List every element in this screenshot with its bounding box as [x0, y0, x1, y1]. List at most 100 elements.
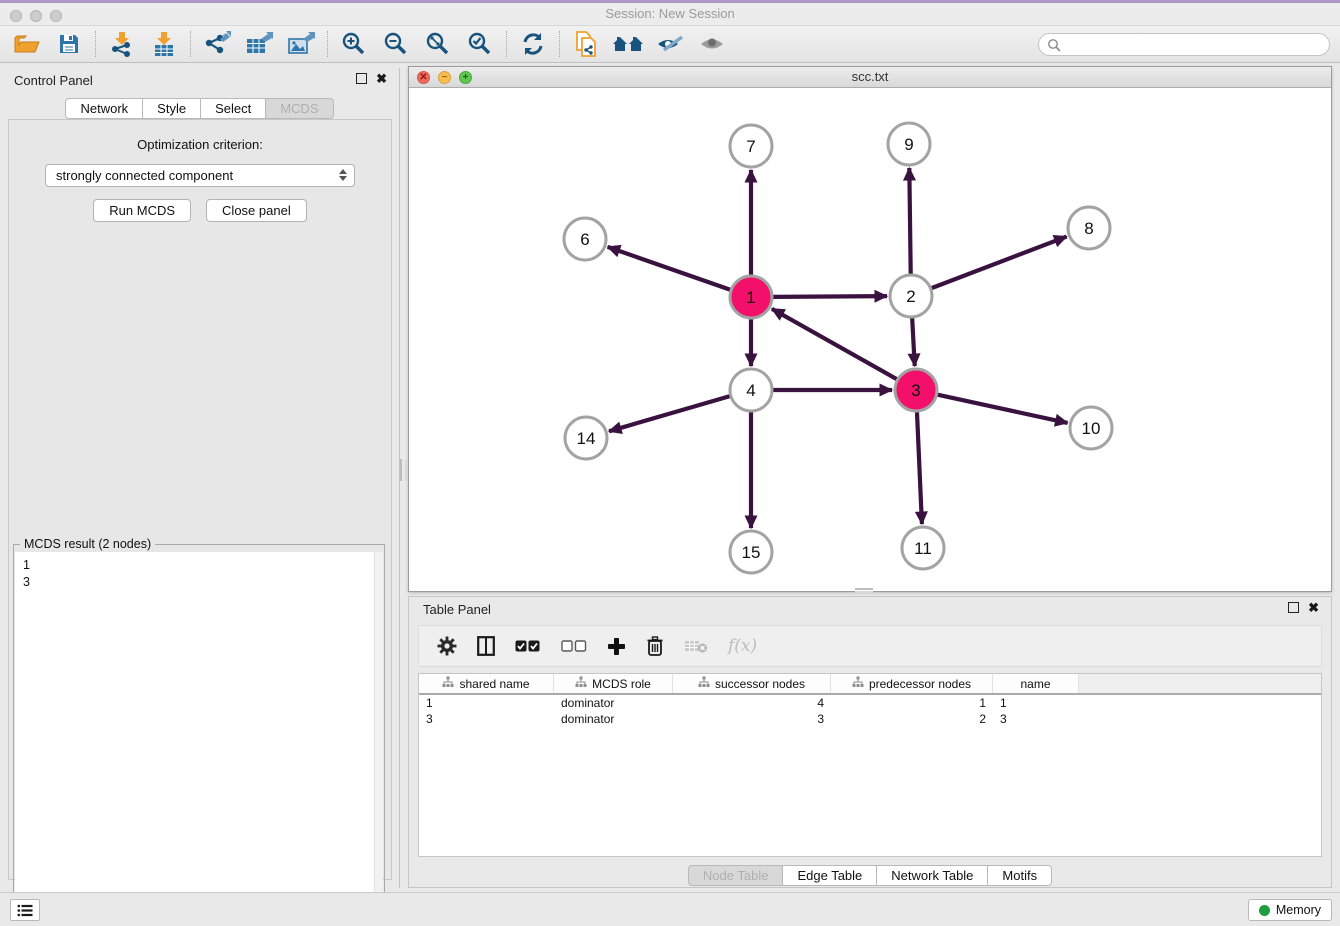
- minimize-window-button[interactable]: [30, 10, 42, 22]
- cell-successor-nodes[interactable]: 4: [673, 696, 831, 710]
- close-panel-icon[interactable]: ✖: [376, 73, 387, 84]
- network-window-titlebar[interactable]: ✕ − + scc.txt: [409, 67, 1331, 88]
- zoom-in-icon[interactable]: [333, 29, 375, 59]
- edge-3-10[interactable]: [937, 395, 1067, 423]
- cell-name[interactable]: 1: [993, 696, 1079, 710]
- tab-network[interactable]: Network: [65, 98, 143, 119]
- tab-node-table[interactable]: Node Table: [688, 865, 784, 886]
- mcds-result-textarea[interactable]: 1 3: [15, 552, 383, 920]
- zoom-selected-icon[interactable]: [459, 29, 501, 59]
- add-icon[interactable]: [607, 634, 626, 658]
- cell-predecessor-nodes[interactable]: 2: [831, 712, 993, 726]
- export-network-icon[interactable]: [196, 29, 238, 59]
- cell-MCDS-role[interactable]: dominator: [554, 712, 673, 726]
- function-builder-icon: f(x): [728, 634, 757, 658]
- cell-name[interactable]: 3: [993, 712, 1079, 726]
- column-header-name[interactable]: name: [993, 674, 1079, 693]
- deselect-all-icon[interactable]: [561, 634, 587, 658]
- edge-1-2[interactable]: [773, 296, 887, 297]
- float-panel-icon[interactable]: [1288, 602, 1299, 613]
- memory-button[interactable]: Memory: [1248, 899, 1332, 921]
- table-toolbar: f(x): [418, 625, 1322, 667]
- column-header-successor-nodes[interactable]: successor nodes: [673, 674, 831, 693]
- column-header-predecessor-nodes[interactable]: predecessor nodes: [831, 674, 993, 693]
- maximize-window-button[interactable]: [50, 10, 62, 22]
- zoom-fit-icon[interactable]: [417, 29, 459, 59]
- network-graph[interactable]: 7968124314101511: [409, 88, 1333, 591]
- tab-style[interactable]: Style: [143, 98, 201, 119]
- import-network-icon[interactable]: [101, 29, 143, 59]
- export-image-icon[interactable]: [280, 29, 322, 59]
- edge-4-14[interactable]: [609, 396, 730, 431]
- task-history-button[interactable]: [10, 899, 40, 921]
- save-session-icon[interactable]: [48, 29, 90, 59]
- edge-3-1[interactable]: [772, 309, 897, 379]
- column-header-shared-name[interactable]: shared name: [419, 674, 554, 693]
- tab-network-table[interactable]: Network Table: [877, 865, 988, 886]
- edge-3-11[interactable]: [917, 412, 922, 524]
- edge-1-6[interactable]: [608, 247, 731, 290]
- node-table[interactable]: shared nameMCDS rolesuccessor nodesprede…: [418, 673, 1322, 857]
- vertical-splitter-handle[interactable]: [400, 459, 407, 481]
- minimize-view-icon[interactable]: −: [438, 71, 451, 84]
- node-label-2: 2: [906, 287, 915, 306]
- tab-edge-table[interactable]: Edge Table: [783, 865, 877, 886]
- edge-2-8[interactable]: [932, 237, 1067, 289]
- horizontal-splitter-handle[interactable]: [855, 588, 873, 593]
- maximize-view-icon[interactable]: +: [459, 71, 472, 84]
- import-table-icon[interactable]: [143, 29, 185, 59]
- node-label-8: 8: [1084, 219, 1093, 238]
- cell-MCDS-role[interactable]: dominator: [554, 696, 673, 710]
- mcds-result-title: MCDS result (2 nodes): [20, 537, 155, 551]
- search-box[interactable]: [1038, 33, 1330, 56]
- float-panel-icon[interactable]: [356, 73, 367, 84]
- run-mcds-button[interactable]: Run MCDS: [93, 199, 191, 222]
- open-file-icon[interactable]: [6, 29, 48, 59]
- close-panel-icon[interactable]: ✖: [1308, 602, 1319, 613]
- hide-panel-icon[interactable]: [649, 29, 691, 59]
- tab-mcds[interactable]: MCDS: [266, 98, 333, 119]
- cell-predecessor-nodes[interactable]: 1: [831, 696, 993, 710]
- network-window-controls[interactable]: ✕ − +: [417, 71, 472, 84]
- cell-shared-name[interactable]: 3: [419, 712, 554, 726]
- mcds-result-values: 1 3: [15, 552, 383, 596]
- show-panel-icon[interactable]: [691, 29, 733, 59]
- column-header-MCDS-role[interactable]: MCDS role: [554, 674, 673, 693]
- close-panel-button[interactable]: Close panel: [206, 199, 307, 222]
- app-titlebar: Session: New Session: [0, 3, 1340, 26]
- select-all-icon[interactable]: [515, 634, 541, 658]
- node-label-1: 1: [746, 288, 755, 307]
- toolbar-separator: [506, 31, 507, 57]
- memory-label: Memory: [1276, 903, 1321, 917]
- table-row[interactable]: 1dominator411: [419, 695, 1321, 711]
- mcds-panel: Optimization criterion: strongly connect…: [8, 119, 392, 880]
- header-filler: [1079, 674, 1321, 693]
- edge-2-3[interactable]: [912, 318, 915, 366]
- toolbar-separator: [559, 31, 560, 57]
- cell-successor-nodes[interactable]: 3: [673, 712, 831, 726]
- scrollbar-track[interactable]: [374, 552, 383, 920]
- criterion-dropdown[interactable]: strongly connected component: [45, 164, 355, 187]
- window-controls[interactable]: [10, 10, 62, 22]
- home-icon[interactable]: [607, 29, 649, 59]
- clone-network-icon[interactable]: [565, 29, 607, 59]
- close-view-icon[interactable]: ✕: [417, 71, 430, 84]
- refresh-icon[interactable]: [512, 29, 554, 59]
- gear-icon[interactable]: [437, 634, 457, 658]
- column-icon[interactable]: [477, 634, 495, 658]
- edge-2-9[interactable]: [909, 168, 910, 274]
- cell-shared-name[interactable]: 1: [419, 696, 554, 710]
- close-window-button[interactable]: [10, 10, 22, 22]
- tab-select[interactable]: Select: [201, 98, 266, 119]
- node-label-7: 7: [746, 137, 755, 156]
- table-row[interactable]: 3dominator323: [419, 711, 1321, 727]
- node-label-3: 3: [911, 381, 920, 400]
- zoom-out-icon[interactable]: [375, 29, 417, 59]
- network-canvas[interactable]: 7968124314101511: [409, 88, 1331, 591]
- search-input[interactable]: [1066, 35, 1329, 54]
- node-label-6: 6: [580, 230, 589, 249]
- export-table-icon[interactable]: [238, 29, 280, 59]
- tab-motifs[interactable]: Motifs: [988, 865, 1052, 886]
- table-header-row: shared nameMCDS rolesuccessor nodesprede…: [419, 674, 1321, 695]
- delete-icon[interactable]: [646, 634, 664, 658]
